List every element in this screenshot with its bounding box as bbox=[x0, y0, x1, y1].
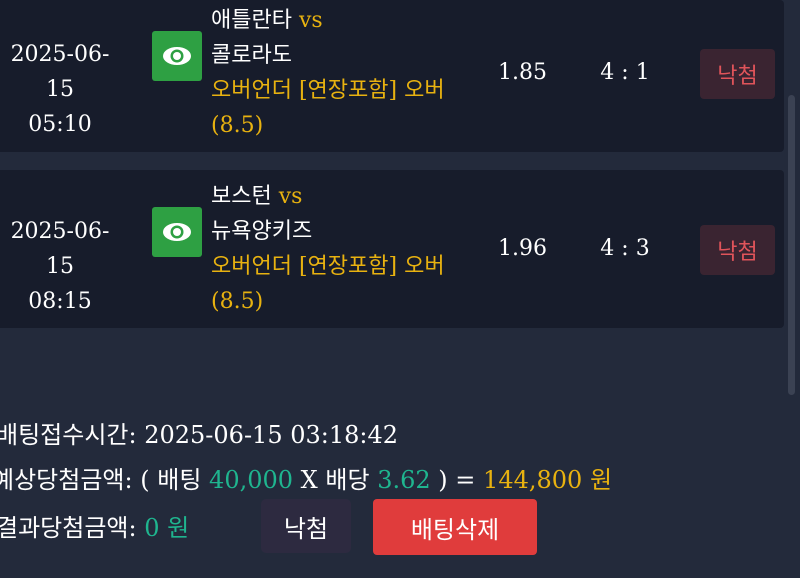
bet-amount: 40,000 bbox=[209, 466, 294, 494]
bet-line: (8.5) bbox=[211, 289, 264, 314]
result-label: 결과당첨금액: bbox=[0, 514, 137, 542]
result-amount: 0 원 bbox=[144, 514, 190, 542]
match-info: 애틀란타 vs 콜로라도 오버언더 [연장포함] 오버 (8.5) bbox=[211, 3, 471, 143]
bet-odds: 1.85 bbox=[498, 60, 547, 85]
away-team: 콜로라도 bbox=[211, 43, 292, 68]
bet-amount-label: 배팅 bbox=[157, 466, 202, 494]
result-payout-line: 결과당첨금액: 0 원 bbox=[0, 508, 189, 543]
total-odds-label: 배당 bbox=[325, 466, 370, 494]
total-odds: 3.62 bbox=[377, 466, 431, 494]
eye-icon[interactable] bbox=[152, 207, 202, 257]
match-info: 보스턴 vs 뉴욕양키즈 오버언더 [연장포함] 오버 (8.5) bbox=[211, 179, 471, 319]
scrollbar[interactable] bbox=[788, 95, 795, 395]
status-badge: 낙첨 bbox=[700, 225, 775, 275]
bet-date: 2025-06-15 bbox=[10, 42, 110, 102]
times-sign: X bbox=[300, 466, 318, 494]
delete-bet-button[interactable]: 배팅삭제 bbox=[373, 499, 537, 555]
bet-time-value: 2025-06-15 03:18:42 bbox=[144, 421, 399, 449]
away-team: 뉴욕양키즈 bbox=[211, 219, 313, 244]
bet-pick: 오버언더 [연장포함] 오버 bbox=[211, 254, 445, 279]
bet-date: 2025-06-15 bbox=[10, 219, 110, 279]
bet-pick: 오버언더 [연장포함] 오버 bbox=[211, 78, 445, 103]
equals-sign: ) = bbox=[438, 466, 476, 494]
match-score: 4 : 3 bbox=[600, 236, 650, 261]
match-score: 4 : 1 bbox=[600, 60, 650, 85]
bet-datetime: 2025-06-15 05:10 bbox=[0, 37, 120, 142]
open-paren: ( bbox=[140, 466, 150, 494]
bet-time-label: 배팅접수시간: bbox=[0, 421, 137, 449]
bet-time: 08:15 bbox=[28, 289, 92, 314]
vs-label: vs bbox=[278, 184, 303, 209]
vs-label: vs bbox=[298, 8, 323, 33]
expected-label: 예상당첨금액: bbox=[0, 466, 133, 494]
home-team: 보스턴 bbox=[211, 184, 272, 209]
bet-odds: 1.96 bbox=[498, 236, 547, 261]
expected-amount: 144,800 bbox=[483, 466, 583, 494]
eye-icon[interactable] bbox=[152, 31, 202, 81]
bet-time-line: 배팅접수시간: 2025-06-15 03:18:42 bbox=[0, 415, 398, 450]
bet-line: (8.5) bbox=[211, 113, 264, 138]
bet-row: 2025-06-15 05:10 애틀란타 vs 콜로라도 오버언더 [연장포함… bbox=[0, 0, 784, 152]
expected-payout-line: 예상당첨금액: ( 배팅 40,000 X 배당 3.62 ) = 144,80… bbox=[0, 460, 612, 495]
status-badge: 낙첨 bbox=[700, 49, 775, 99]
currency-won: 원 bbox=[589, 466, 613, 494]
bet-time: 05:10 bbox=[28, 112, 92, 137]
home-team: 애틀란타 bbox=[211, 8, 292, 33]
result-button[interactable]: 낙첨 bbox=[261, 499, 351, 553]
bet-row: 2025-06-15 08:15 보스턴 vs 뉴욕양키즈 오버언더 [연장포함… bbox=[0, 170, 784, 328]
bet-datetime: 2025-06-15 08:15 bbox=[0, 214, 120, 319]
